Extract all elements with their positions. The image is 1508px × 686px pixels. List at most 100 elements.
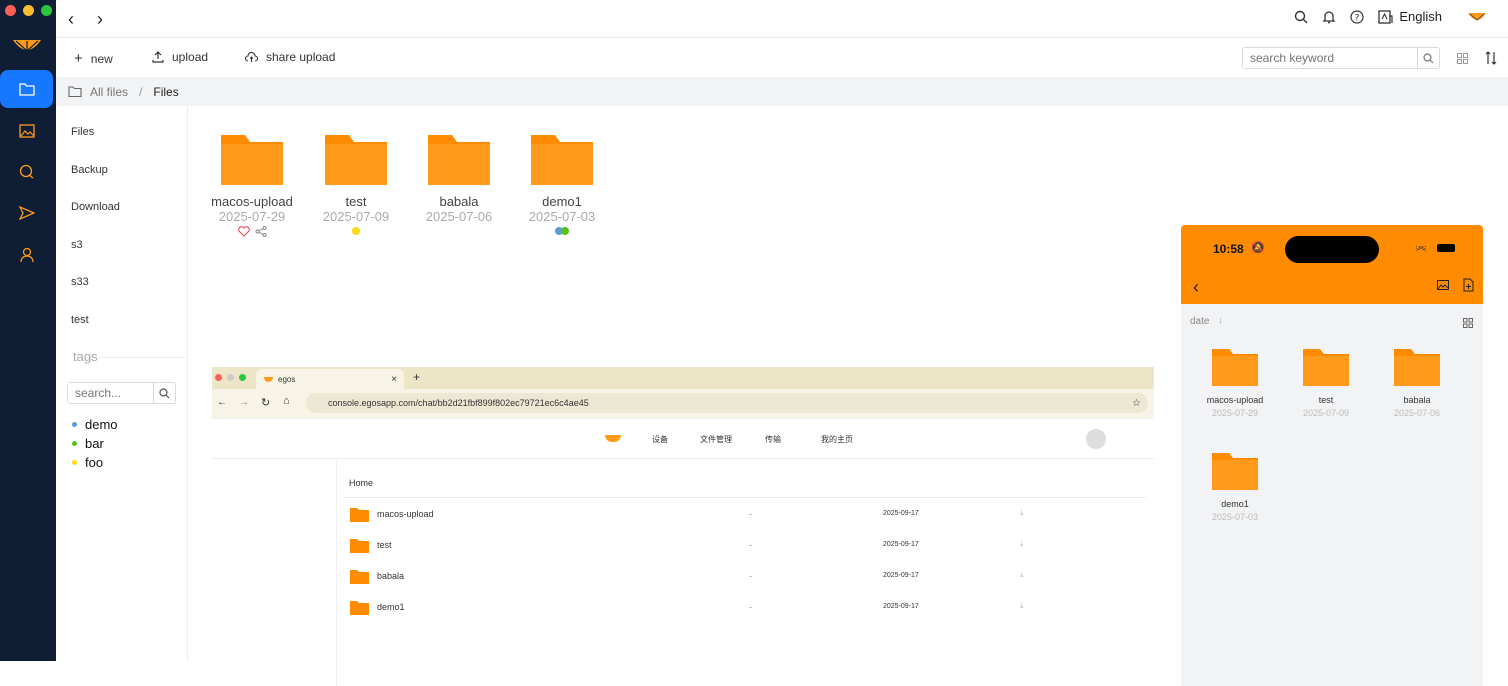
folder-icon <box>221 135 283 185</box>
folder-actions <box>202 226 302 237</box>
browser-tab[interactable]: egos × <box>256 369 404 389</box>
nav-my-home[interactable]: 我的主页 <box>821 434 853 445</box>
back-icon[interactable]: ← <box>217 397 227 408</box>
close-tab-icon[interactable]: × <box>391 374 397 385</box>
breadcrumb-root[interactable]: All files <box>90 85 128 99</box>
heart-icon[interactable] <box>237 226 250 237</box>
download-icon[interactable]: ⤓ <box>1020 570 1024 580</box>
zoom-window-button[interactable] <box>41 5 52 16</box>
folder-name: babala <box>1403 395 1431 405</box>
language-selector[interactable]: English <box>1378 9 1442 24</box>
search-icon <box>1423 52 1434 63</box>
sidebar-item-backup[interactable]: Backup <box>71 164 108 176</box>
nav-file-manager[interactable]: 文件管理 <box>700 434 732 445</box>
star-icon[interactable]: ☆ <box>1132 398 1141 409</box>
favicon-icon <box>264 376 273 382</box>
sort-icon[interactable] <box>1485 51 1497 65</box>
tag-label: foo <box>85 455 104 470</box>
table-row[interactable]: macos-upload - 2025-09-17 ⤓ <box>350 501 1150 529</box>
tag-dot <box>352 227 360 235</box>
row-name: demo1 <box>377 602 405 612</box>
bell-icon[interactable] <box>1322 10 1336 24</box>
phone-header: 10:58 🔕 ···· ︽ ‹ <box>1181 225 1483 304</box>
folder-name: macos-upload <box>211 194 293 209</box>
folder-item[interactable]: test 2025-07-09 <box>306 133 406 235</box>
share-icon[interactable] <box>255 226 267 237</box>
new-button[interactable]: + new <box>74 50 113 67</box>
tag-search-input[interactable] <box>68 383 153 403</box>
search-submit-button[interactable] <box>1417 48 1439 68</box>
avatar[interactable] <box>1086 429 1106 449</box>
folder-date: 2025-07-29 <box>1211 408 1259 418</box>
back-icon[interactable]: ‹ <box>1193 277 1199 298</box>
help-icon[interactable]: ? <box>1350 9 1364 24</box>
sidebar-item-s33[interactable]: s33 <box>71 276 89 288</box>
sidebar-item-s3[interactable]: s3 <box>71 239 83 251</box>
folder-icon <box>1394 349 1440 386</box>
tag-search-box <box>67 382 176 404</box>
phone-folder-item[interactable]: macos-upload 2025-07-29 <box>1190 348 1280 418</box>
forward-icon[interactable]: → <box>239 397 249 408</box>
grid-view-icon[interactable] <box>1463 318 1473 328</box>
sidebar-item-files[interactable]: Files <box>71 126 94 138</box>
url-field[interactable]: console.egosapp.com/chat/bb2d21fbf899f80… <box>306 393 1148 413</box>
phone-folder-item[interactable]: demo1 2025-07-03 <box>1190 452 1280 522</box>
download-icon[interactable]: ⤓ <box>1020 601 1024 611</box>
minimize-window-button[interactable] <box>23 5 34 16</box>
nav-transfer[interactable]: 传输 <box>765 434 781 445</box>
folder-icon <box>531 135 593 185</box>
svg-text:?: ? <box>1355 13 1360 23</box>
folder-item[interactable]: babala 2025-07-06 <box>409 133 509 224</box>
tag-label: bar <box>85 436 104 451</box>
share-upload-button[interactable]: share upload <box>245 50 335 64</box>
image-icon[interactable] <box>1437 280 1449 290</box>
rail-transfer-button[interactable] <box>0 194 54 232</box>
sidebar-item-test[interactable]: test <box>71 314 89 326</box>
table-row[interactable]: babala - 2025-09-17 ⤓ <box>350 563 1150 591</box>
row-date: 2025-09-17 <box>883 541 919 548</box>
search-icon[interactable] <box>1294 10 1308 24</box>
download-icon[interactable]: ⤓ <box>1020 508 1024 518</box>
forward-arrow-icon[interactable]: › <box>97 9 103 30</box>
phone-folder-item[interactable]: babala 2025-07-06 <box>1372 348 1462 418</box>
tag-foo[interactable]: foo <box>72 455 103 470</box>
sort-down-icon[interactable]: ↓ <box>1218 315 1223 326</box>
avatar[interactable] <box>1466 10 1488 24</box>
tag-demo[interactable]: demo <box>72 417 118 432</box>
upload-button[interactable]: upload <box>152 50 208 64</box>
rail-profile-button[interactable] <box>0 236 54 274</box>
rail-chat-button[interactable] <box>0 153 54 191</box>
phone-folder-item[interactable]: test 2025-07-09 <box>1281 348 1371 418</box>
tag-search-button[interactable] <box>153 383 175 403</box>
folder-date: 2025-07-29 <box>218 209 286 224</box>
folder-icon <box>1212 349 1258 386</box>
sidebar-item-download[interactable]: Download <box>71 201 120 213</box>
table-row[interactable]: test - 2025-09-17 ⤓ <box>350 532 1150 560</box>
folder-item[interactable]: demo1 2025-07-03 <box>512 133 612 235</box>
browser-screenshot: egos × + ← → ↻ ⌂ console.egosapp.com/cha… <box>212 367 1154 686</box>
nav-devices[interactable]: 设备 <box>652 434 668 445</box>
close-dot <box>215 374 222 381</box>
reload-icon[interactable]: ↻ <box>261 396 270 409</box>
minimize-dot <box>227 374 234 381</box>
new-label: new <box>90 51 113 66</box>
phone-screenshot: 10:58 🔕 ···· ︽ ‹ date ↓ macos-upload 202… <box>1181 225 1483 686</box>
sort-label[interactable]: date <box>1190 316 1209 327</box>
breadcrumb: All files / Files <box>56 77 1508 106</box>
rail-files-button[interactable] <box>0 70 53 108</box>
back-arrow-icon[interactable]: ‹ <box>68 9 74 30</box>
tags-heading: tags <box>73 349 98 364</box>
search-icon <box>159 387 170 398</box>
new-tab-icon[interactable]: + <box>413 370 420 384</box>
download-icon[interactable]: ⤓ <box>1020 539 1024 549</box>
tag-bar[interactable]: bar <box>72 436 104 451</box>
app-rail <box>0 0 56 661</box>
close-window-button[interactable] <box>5 5 16 16</box>
home-icon[interactable]: ⌂ <box>283 395 290 407</box>
new-file-icon[interactable] <box>1463 278 1474 292</box>
search-input[interactable] <box>1243 48 1417 68</box>
grid-view-icon[interactable] <box>1457 53 1468 64</box>
rail-photos-button[interactable] <box>0 112 54 150</box>
folder-item[interactable]: macos-upload 2025-07-29 <box>202 133 302 237</box>
table-row[interactable]: demo1 - 2025-09-17 ⤓ <box>350 594 1150 622</box>
